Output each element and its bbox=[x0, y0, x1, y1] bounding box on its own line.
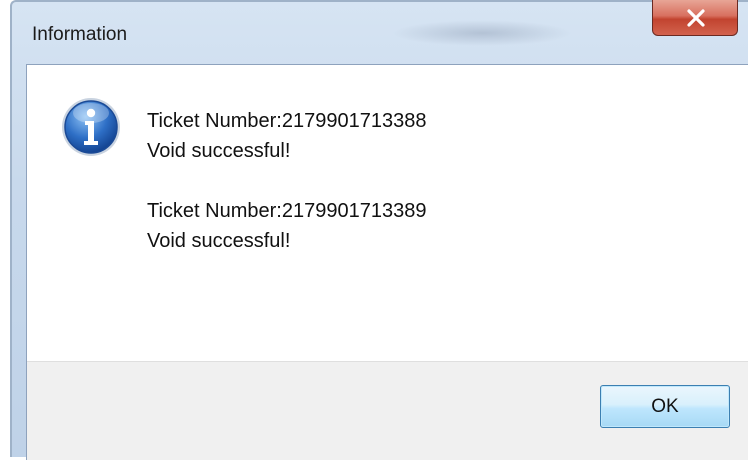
status-line: Void successful! bbox=[147, 230, 291, 252]
message-area: Ticket Number:2179901713388 Void success… bbox=[27, 65, 748, 361]
information-dialog: Information Ticket Number:2179901713388 … bbox=[10, 0, 748, 460]
close-icon bbox=[687, 9, 705, 27]
info-icon bbox=[62, 98, 120, 156]
button-bar: OK bbox=[27, 361, 748, 460]
ticket-line: Ticket Number:2179901713388 bbox=[147, 110, 427, 132]
status-line: Void successful! bbox=[147, 140, 291, 162]
message-text: Ticket Number:2179901713388 Void success… bbox=[147, 106, 426, 256]
dialog-title: Information bbox=[32, 24, 128, 45]
ticket-line: Ticket Number:2179901713389 bbox=[147, 200, 427, 222]
ok-button[interactable]: OK bbox=[600, 385, 730, 428]
blurred-title-text bbox=[392, 20, 572, 46]
title-bar[interactable]: Information bbox=[12, 0, 748, 64]
close-button[interactable] bbox=[652, 0, 738, 36]
dialog-body: Ticket Number:2179901713388 Void success… bbox=[26, 64, 748, 460]
